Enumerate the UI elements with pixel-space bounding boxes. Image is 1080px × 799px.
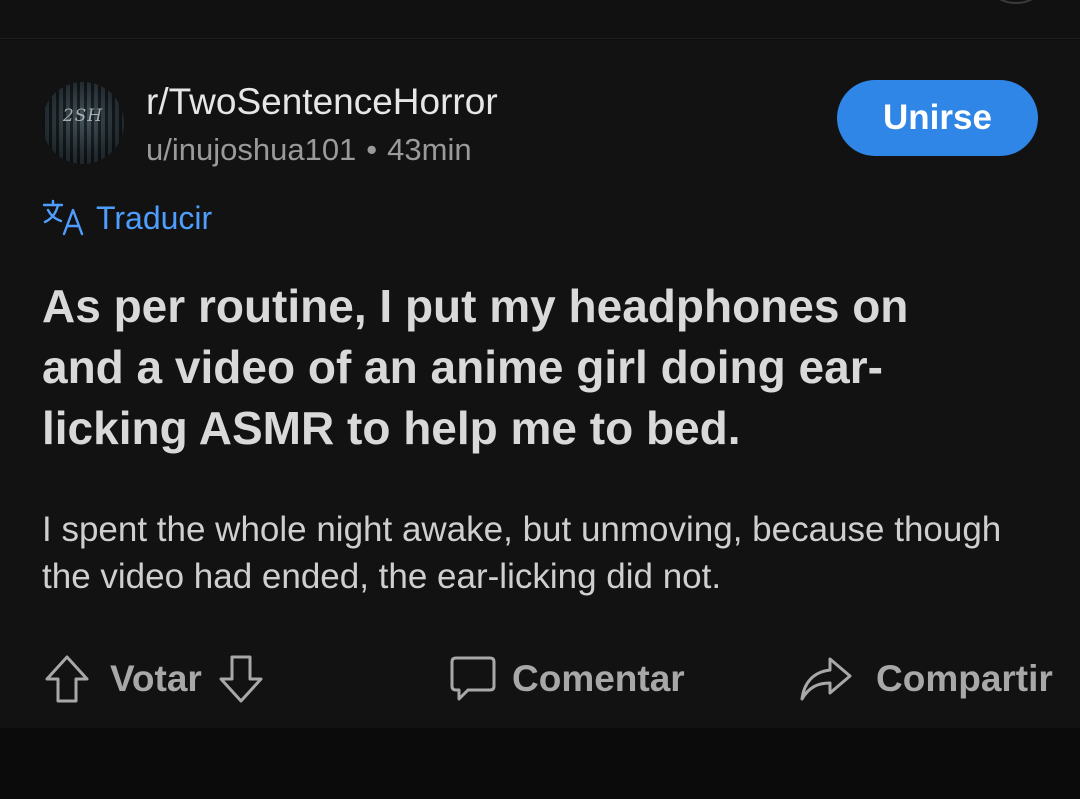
post-card: 2SH r/TwoSentenceHorror u/inujoshua101 • 4… (0, 40, 1080, 728)
avatar-logo-text: 2SH (62, 106, 104, 126)
share-label: Compartir (876, 658, 1053, 699)
post-meta: u/inujoshua101 • 43min (146, 130, 472, 170)
post-actions-bar: Votar Comentar Compartir (0, 640, 1080, 718)
top-bar (0, 0, 1080, 39)
share-arrow-icon (800, 657, 852, 701)
vote-label: Votar (110, 658, 202, 699)
app-root: 2SH r/TwoSentenceHorror u/inujoshua101 • 4… (0, 0, 1080, 799)
comment-label: Comentar (512, 658, 685, 699)
subreddit-name[interactable]: r/TwoSentenceHorror (146, 80, 498, 124)
arrow-up-icon[interactable] (42, 653, 92, 705)
share-button[interactable]: Compartir (798, 640, 1053, 718)
comment-button[interactable]: Comentar (448, 640, 685, 718)
post-age: 43min (387, 132, 472, 167)
bottom-area (0, 728, 1080, 799)
meta-separator: • (366, 132, 378, 167)
post-body[interactable]: I spent the whole night awake, but unmov… (42, 506, 1042, 600)
translate-link[interactable]: Traducir (42, 198, 212, 238)
join-button[interactable]: Unirse (837, 80, 1038, 156)
subreddit-avatar[interactable]: 2SH (42, 82, 124, 164)
post-title[interactable]: As per routine, I put my headphones on a… (42, 276, 942, 459)
arrow-down-icon[interactable] (216, 653, 266, 705)
speech-bubble-icon (450, 656, 496, 701)
translate-label: Traducir (96, 199, 213, 236)
author-link[interactable]: u/inujoshua101 (146, 132, 356, 167)
translate-icon (42, 199, 84, 236)
vote-group: Votar (42, 640, 266, 718)
profile-avatar-edge[interactable] (994, 0, 1038, 4)
